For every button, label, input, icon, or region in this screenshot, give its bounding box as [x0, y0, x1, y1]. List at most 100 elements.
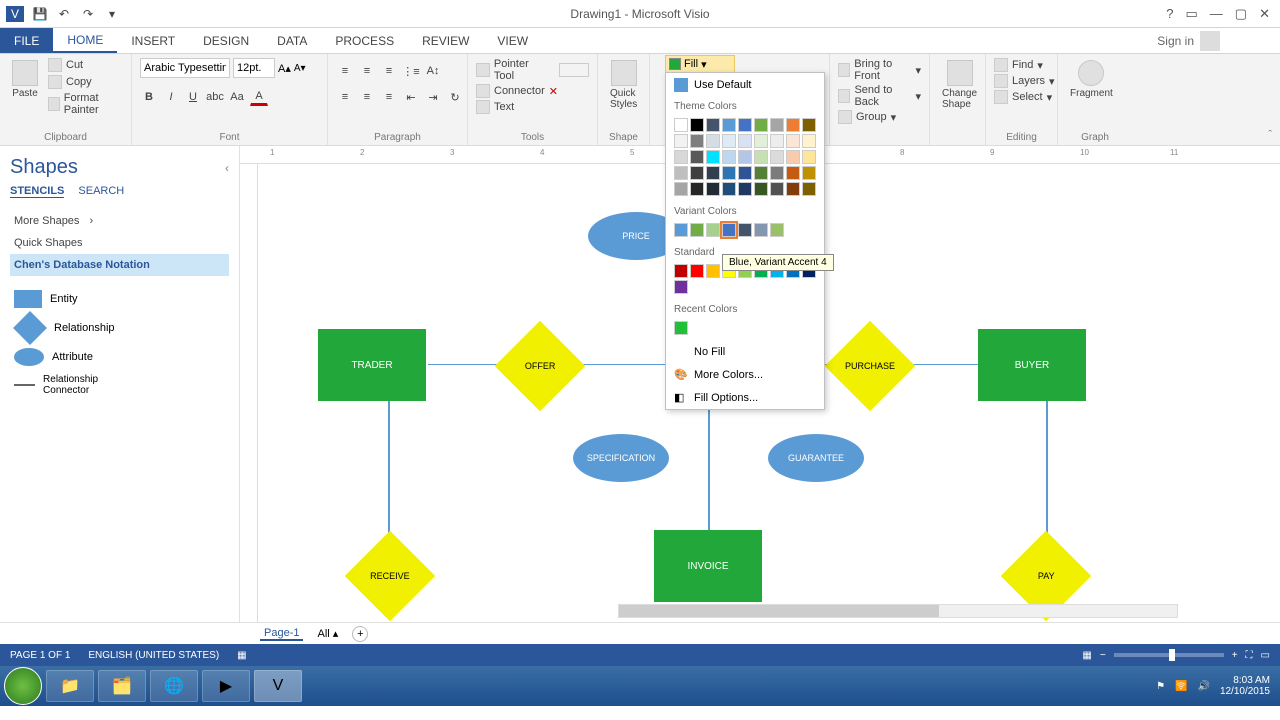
scrollbar-thumb[interactable]: [619, 605, 939, 617]
help-icon[interactable]: ?: [1166, 6, 1173, 22]
tray-date[interactable]: 12/10/2015: [1220, 686, 1270, 697]
rotate-text-icon[interactable]: ↻: [446, 88, 464, 106]
taskbar-vlc-icon[interactable]: ▶: [202, 670, 250, 702]
align-left-icon[interactable]: ≡: [336, 88, 354, 106]
redo-icon[interactable]: ↷: [80, 6, 96, 22]
color-swatch[interactable]: [690, 166, 704, 180]
color-swatch[interactable]: [674, 118, 688, 132]
stencil-attribute[interactable]: Attribute: [10, 344, 120, 370]
color-swatch[interactable]: [738, 134, 752, 148]
cut-button[interactable]: Cut: [48, 58, 123, 72]
color-swatch[interactable]: [722, 150, 736, 164]
select-button[interactable]: Select ▾: [994, 90, 1052, 104]
qat-customize-icon[interactable]: ▾: [104, 6, 120, 22]
quick-shapes-row[interactable]: Quick Shapes: [10, 232, 229, 254]
stencil-connector[interactable]: Relationship Connector: [10, 370, 120, 400]
color-swatch[interactable]: [722, 223, 736, 237]
use-default-option[interactable]: Use Default: [666, 73, 824, 97]
taskbar-explorer-icon[interactable]: 📁: [46, 670, 94, 702]
zoom-slider[interactable]: [1114, 653, 1224, 657]
color-swatch[interactable]: [706, 264, 720, 278]
color-swatch[interactable]: [706, 166, 720, 180]
language-indicator[interactable]: ENGLISH (UNITED STATES): [88, 650, 219, 661]
align-top-icon[interactable]: ≡: [336, 62, 354, 80]
color-swatch[interactable]: [674, 166, 688, 180]
rel-purchase[interactable]: PURCHASE: [825, 321, 916, 412]
stencil-chen-db[interactable]: Chen's Database Notation: [10, 254, 229, 276]
color-swatch[interactable]: [802, 134, 816, 148]
tab-data[interactable]: DATA: [263, 28, 321, 53]
find-button[interactable]: Find ▾: [994, 58, 1043, 72]
tab-review[interactable]: REVIEW: [408, 28, 483, 53]
color-swatch[interactable]: [786, 166, 800, 180]
close-icon[interactable]: ✕: [1259, 6, 1270, 22]
color-swatch[interactable]: [738, 118, 752, 132]
minimize-icon[interactable]: —: [1210, 6, 1223, 22]
color-swatch[interactable]: [706, 182, 720, 196]
change-shape-button[interactable]: Change Shape: [938, 58, 981, 112]
tab-design[interactable]: DESIGN: [189, 28, 263, 53]
start-button[interactable]: [4, 667, 42, 705]
italic-button[interactable]: I: [162, 88, 180, 106]
color-swatch[interactable]: [674, 280, 688, 294]
color-swatch[interactable]: [802, 166, 816, 180]
tab-view[interactable]: VIEW: [483, 28, 542, 53]
fragment-button[interactable]: Fragment: [1066, 58, 1117, 101]
view-normal-icon[interactable]: ▦: [1082, 650, 1091, 661]
color-swatch[interactable]: [754, 118, 768, 132]
group-button[interactable]: Group ▾: [838, 110, 896, 124]
more-shapes-row[interactable]: More Shapes ›: [10, 210, 229, 232]
color-swatch[interactable]: [722, 134, 736, 148]
color-swatch[interactable]: [754, 134, 768, 148]
no-fill-option[interactable]: No Fill: [666, 341, 824, 363]
color-swatch[interactable]: [738, 150, 752, 164]
page-tab-1[interactable]: Page-1: [260, 627, 303, 641]
color-swatch[interactable]: [802, 182, 816, 196]
font-family-select[interactable]: [140, 58, 230, 78]
quick-styles-button[interactable]: Quick Styles: [606, 58, 641, 112]
indent-dec-icon[interactable]: ⇤: [402, 88, 420, 106]
ribbon-collapse-icon[interactable]: ▭: [1186, 6, 1198, 22]
pointer-tool-button[interactable]: Pointer Tool: [476, 58, 589, 82]
color-swatch[interactable]: [706, 134, 720, 148]
more-colors-option[interactable]: 🎨More Colors...: [666, 363, 824, 386]
attr-guarantee[interactable]: GUARANTEE: [768, 434, 864, 482]
tab-process[interactable]: PROCESS: [321, 28, 408, 53]
color-swatch[interactable]: [770, 150, 784, 164]
color-swatch[interactable]: [706, 223, 720, 237]
color-swatch[interactable]: [674, 264, 688, 278]
color-swatch[interactable]: [786, 182, 800, 196]
color-swatch[interactable]: [738, 166, 752, 180]
shapes-collapse-icon[interactable]: ‹: [225, 161, 229, 175]
macro-record-icon[interactable]: ▦: [237, 650, 246, 661]
align-middle-icon[interactable]: ≡: [358, 62, 376, 80]
tray-time[interactable]: 8:03 AM: [1220, 675, 1270, 686]
strike-button[interactable]: abc: [206, 88, 224, 106]
maximize-icon[interactable]: ▢: [1235, 6, 1247, 22]
add-page-button[interactable]: +: [352, 626, 368, 642]
color-swatch[interactable]: [786, 150, 800, 164]
layers-button[interactable]: Layers ▾: [994, 74, 1055, 88]
sign-in-link[interactable]: Sign in: [1157, 34, 1194, 48]
tray-network-icon[interactable]: 🛜: [1175, 681, 1187, 692]
align-right-icon[interactable]: ≡: [380, 88, 398, 106]
zoom-in-button[interactable]: +: [1232, 650, 1238, 661]
color-swatch[interactable]: [690, 264, 704, 278]
indent-inc-icon[interactable]: ⇥: [424, 88, 442, 106]
color-swatch[interactable]: [754, 166, 768, 180]
shrink-font-icon[interactable]: A▾: [294, 63, 306, 74]
color-swatch[interactable]: [690, 134, 704, 148]
tab-insert[interactable]: INSERT: [117, 28, 189, 53]
tab-file[interactable]: FILE: [0, 28, 53, 53]
save-icon[interactable]: 💾: [32, 6, 48, 22]
undo-icon[interactable]: ↶: [56, 6, 72, 22]
color-swatch[interactable]: [786, 134, 800, 148]
user-avatar-icon[interactable]: [1200, 31, 1220, 51]
page-tab-all[interactable]: All ▴: [317, 627, 338, 640]
color-swatch[interactable]: [738, 223, 752, 237]
color-swatch[interactable]: [786, 118, 800, 132]
color-swatch[interactable]: [674, 134, 688, 148]
color-swatch[interactable]: [690, 150, 704, 164]
connector-tool-button[interactable]: Connector ✕: [476, 84, 558, 98]
bold-button[interactable]: B: [140, 88, 158, 106]
